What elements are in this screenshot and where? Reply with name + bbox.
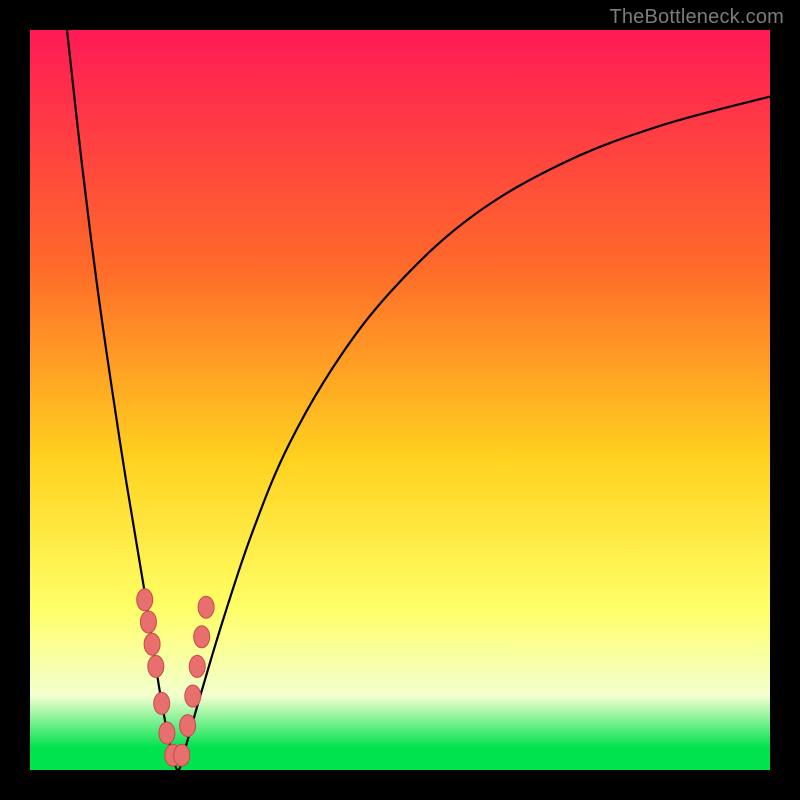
chart-frame: TheBottleneck.com: [0, 0, 800, 800]
curve-marker: [174, 744, 190, 766]
curve-marker: [137, 589, 153, 611]
curve-marker: [180, 715, 196, 737]
marker-group: [137, 589, 214, 766]
curve-marker: [185, 685, 201, 707]
curve-marker: [189, 655, 205, 677]
bottleneck-curve: [67, 30, 770, 770]
plot-area: [30, 30, 770, 770]
curve-marker: [144, 633, 160, 655]
curve-marker: [159, 722, 175, 744]
watermark-text: TheBottleneck.com: [609, 6, 784, 29]
chart-svg: [30, 30, 770, 770]
curve-marker: [198, 596, 214, 618]
curve-marker: [148, 655, 164, 677]
curve-marker: [140, 611, 156, 633]
curve-marker: [154, 692, 170, 714]
curve-marker: [194, 626, 210, 648]
